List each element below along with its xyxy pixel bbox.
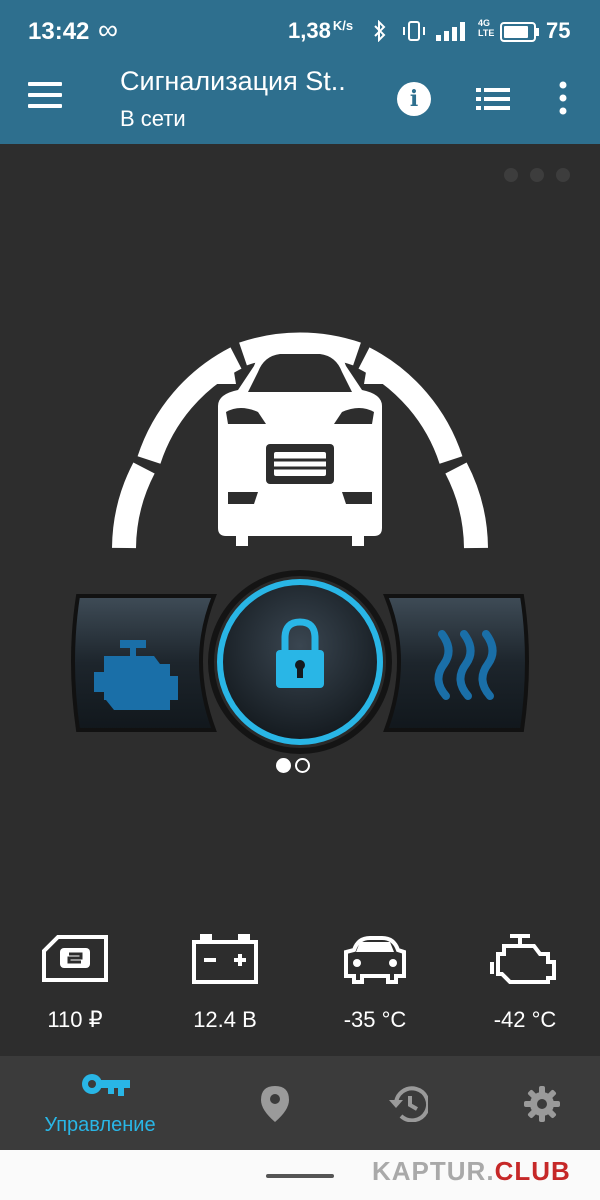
engine-temp-value: -42 °C [493,1007,557,1032]
nav-settings[interactable] [466,1056,600,1150]
app-bar: Сигнализация St.. В сети i [0,56,600,144]
status-bar: 13:42 ∞ 1,38 K/s 4G LTE 75 [0,0,600,56]
nav-location[interactable] [200,1056,350,1150]
engine-temp-icon [490,934,556,984]
engine-temp-stat: -42 °C [450,934,600,1033]
page-indicator [276,758,314,778]
network-speed: 1,38 K/s [288,18,353,44]
history-icon [389,1086,428,1122]
lock-button[interactable] [208,570,392,754]
settings-gear-icon [524,1086,560,1122]
location-pin-icon [261,1086,289,1122]
status-gauge [112,332,488,549]
speed-value: 1,38 [288,18,331,43]
engine-start-button[interactable] [71,594,217,732]
battery-voltage-value: 12.4 В [193,1007,257,1032]
car-cabin-temp-icon [344,936,406,984]
nav-control-label: Управление [44,1114,156,1136]
cabin-temp-value: -35 °C [343,1007,407,1032]
page-indicator-top [504,168,582,187]
page-dot [295,758,310,773]
network-type-4g-lte: 4G LTE [478,18,495,38]
screen: 13:42 ∞ 1,38 K/s 4G LTE 75 Сигнализация S… [0,0,600,1200]
battery-stat: 12.4 В [150,934,300,1033]
info-icon[interactable]: i [397,82,431,116]
connection-status: В сети [120,106,186,131]
infinity-icon: ∞ [98,14,118,45]
battery-percent: 75 [546,18,571,43]
gauge-segment-1 [112,462,155,549]
watermark-part2: CLUB [494,1156,571,1186]
nav-history[interactable] [334,1056,484,1150]
watermark-logo: KAPTUR.CLUB [372,1156,571,1187]
main-panel: 110 ₽ 12.4 В -35 °C -42 °C [0,144,600,1056]
gauge-segment-5 [445,462,488,549]
vibrate-icon [403,21,425,41]
balance-card-icon [42,935,108,982]
key-icon [82,1074,130,1096]
balance-stat: 110 ₽ [0,934,150,1033]
more-vert-icon[interactable] [556,80,570,116]
balance-value: 110 ₽ [47,1007,103,1032]
car-front-icon [214,346,386,546]
car-battery-icon [192,934,258,984]
bluetooth-icon [374,20,386,42]
watermark-part1: KAPTUR. [372,1156,495,1186]
speed-unit: K/s [332,18,354,33]
signal-icon [436,22,465,41]
page-title: Сигнализация St.. [120,66,346,96]
bottom-navigation: Управление [0,1056,600,1150]
page-dot-active [276,758,291,773]
control-strip [71,570,529,754]
nav-control[interactable]: Управление [0,1056,156,1150]
hamburger-menu-icon[interactable] [28,82,62,110]
status-time: 13:42 [28,18,90,45]
cabin-temp-stat: -35 °C [300,934,450,1033]
list-icon[interactable] [476,86,510,112]
heater-button[interactable] [383,594,529,732]
battery-icon [500,22,539,42]
home-gesture-handle[interactable] [266,1174,334,1178]
